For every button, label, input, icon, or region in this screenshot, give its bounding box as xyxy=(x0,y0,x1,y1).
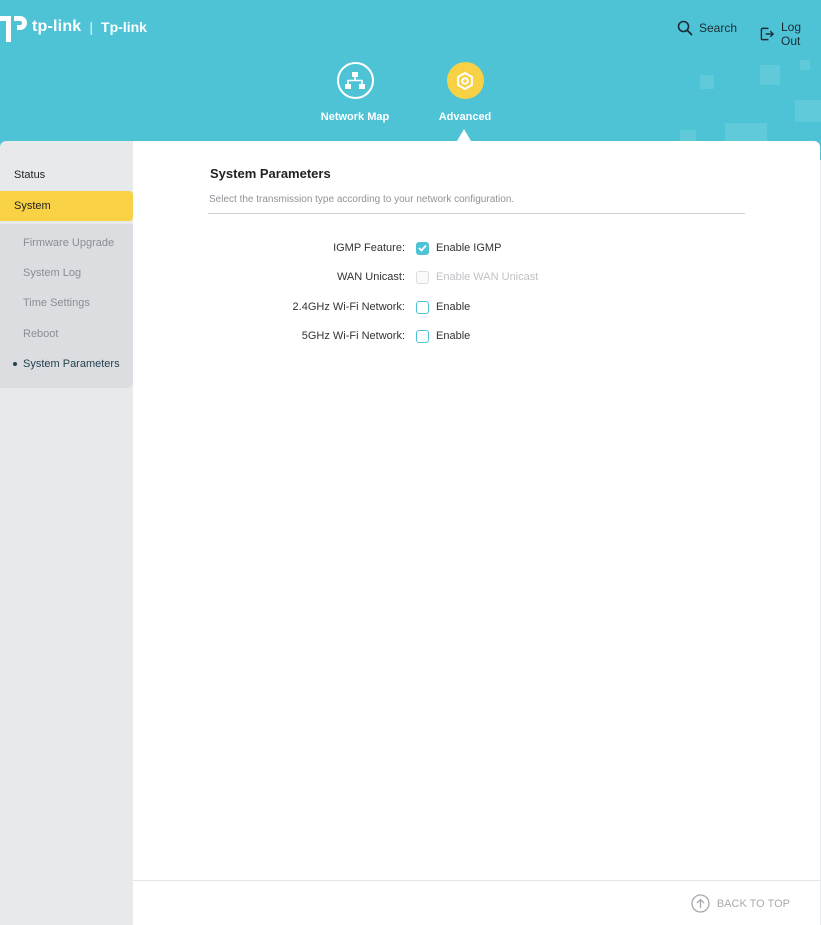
footer: BACK TO TOP xyxy=(133,880,820,925)
wan-unicast-checkbox xyxy=(416,270,429,284)
main-panel: System Parameters Select the transmissio… xyxy=(133,141,820,880)
igmp-checkbox[interactable] xyxy=(416,241,429,255)
wifi-24-row: 2.4GHz Wi-Fi Network: Enable xyxy=(208,297,728,317)
check-icon xyxy=(418,244,427,252)
igmp-label: IGMP Feature: xyxy=(333,242,405,254)
back-to-top-button[interactable]: BACK TO TOP xyxy=(691,894,790,913)
logo-text: tp-link xyxy=(32,18,82,35)
logo-separator: | xyxy=(89,19,94,35)
logout-icon xyxy=(760,27,775,41)
section-description: Select the transmission type according t… xyxy=(209,194,515,205)
section-divider xyxy=(208,213,745,214)
tab-advanced[interactable]: Advanced xyxy=(420,62,510,123)
gear-icon xyxy=(446,62,484,99)
wifi-24-checkbox[interactable] xyxy=(416,300,429,314)
tab-network-map-label: Network Map xyxy=(320,111,390,123)
sidebar-item-firmware-upgrade[interactable]: Firmware Upgrade xyxy=(0,232,133,254)
logout-button[interactable]: Log Out xyxy=(760,20,821,48)
sidebar-item-reboot[interactable]: Reboot xyxy=(0,323,133,345)
igmp-option: Enable IGMP xyxy=(436,242,502,254)
search-label: Search xyxy=(699,21,738,35)
current-item-dot xyxy=(13,362,17,366)
wifi-24-option: Enable xyxy=(436,301,471,313)
search-button[interactable]: Search xyxy=(677,20,737,36)
tp-link-logo[interactable]: tp-link | Tp-link xyxy=(0,12,147,42)
wan-unicast-label: WAN Unicast: xyxy=(336,271,405,283)
section-title: System Parameters xyxy=(210,166,331,181)
tab-network-map[interactable]: Network Map xyxy=(310,62,400,123)
model-name: Tp-link xyxy=(101,19,147,35)
network-map-icon xyxy=(336,62,374,99)
active-tab-pointer xyxy=(457,129,471,141)
header: tp-link | Tp-link Search Log Out Network… xyxy=(0,0,821,160)
search-icon xyxy=(677,20,693,36)
sidebar-item-status[interactable]: Status xyxy=(0,160,133,190)
wifi-5-row: 5GHz Wi-Fi Network: Enable xyxy=(208,326,728,346)
tp-link-logo-icon xyxy=(0,12,30,42)
sidebar-item-time-settings[interactable]: Time Settings xyxy=(0,292,133,314)
sidebar-item-system[interactable]: System xyxy=(0,191,133,221)
logout-label: Log Out xyxy=(780,20,802,48)
sidebar-item-system-parameters-label: System Parameters xyxy=(23,358,120,370)
wan-unicast-row: WAN Unicast: Enable WAN Unicast xyxy=(208,267,728,287)
igmp-row: IGMP Feature: Enable IGMP xyxy=(208,238,728,258)
wifi-5-option: Enable xyxy=(436,330,471,342)
wifi-24-label: 2.4GHz Wi-Fi Network: xyxy=(292,301,405,313)
back-to-top-label: BACK TO TOP xyxy=(716,897,790,910)
sidebar-submenu: Firmware Upgrade System Log Time Setting… xyxy=(0,224,133,388)
sidebar-item-system-parameters[interactable]: System Parameters xyxy=(0,353,133,375)
wifi-5-checkbox[interactable] xyxy=(416,329,429,343)
sidebar: Status System Firmware Upgrade System Lo… xyxy=(0,141,133,925)
tab-advanced-label: Advanced xyxy=(438,111,492,123)
wan-unicast-option: Enable WAN Unicast xyxy=(436,271,539,283)
wifi-5-label: 5GHz Wi-Fi Network: xyxy=(301,330,405,342)
arrow-up-circle-icon xyxy=(691,894,710,913)
sidebar-item-system-log[interactable]: System Log xyxy=(0,262,133,284)
